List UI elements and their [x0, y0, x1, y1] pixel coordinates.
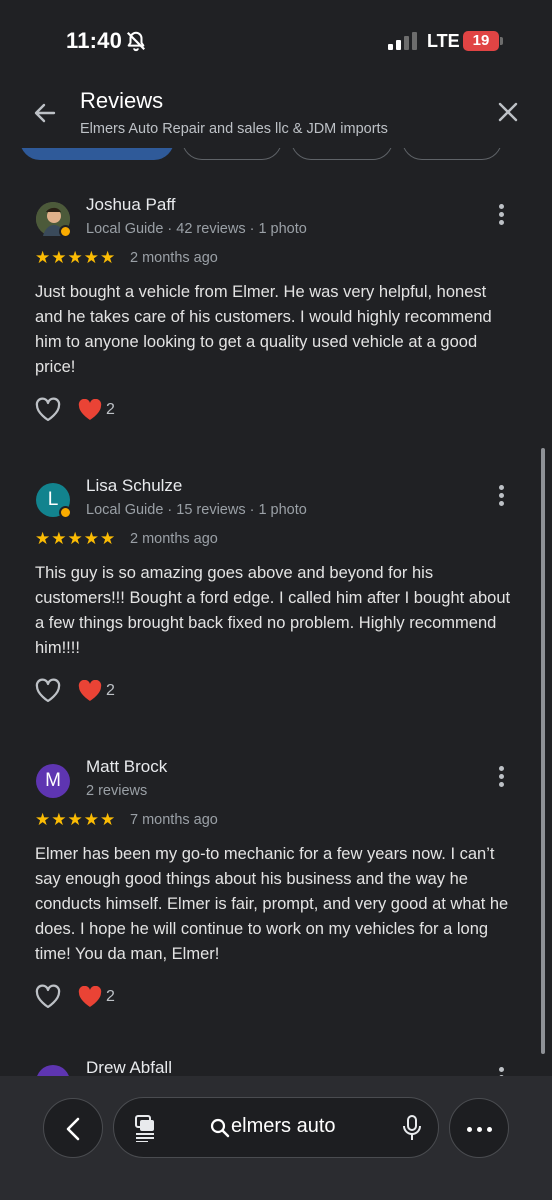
avatar-letter: L: [47, 489, 59, 510]
heart-filled-icon: [78, 399, 102, 420]
review-author[interactable]: Lisa Schulze: [86, 476, 182, 496]
local-guide-badge: [59, 506, 72, 519]
more-vert-icon[interactable]: [492, 764, 510, 792]
battery-level: 19: [472, 32, 490, 49]
filter-chip[interactable]: [182, 148, 282, 160]
back-arrow-icon[interactable]: [30, 98, 60, 128]
more-vert-icon[interactable]: [492, 483, 510, 511]
review-time: 7 months ago: [130, 812, 218, 828]
review-author[interactable]: Drew Abfall: [86, 1058, 172, 1076]
page-title: Reviews: [80, 88, 164, 113]
star-rating: ★★★★★: [35, 248, 117, 267]
reaction-count: 2: [106, 401, 115, 418]
reviews-header: Reviews Elmers Auto Repair and sales llc…: [0, 80, 552, 148]
review-time: 2 months ago: [130, 531, 218, 547]
url-text: elmers auto: [231, 1115, 336, 1137]
avatar[interactable]: L: [36, 483, 72, 519]
scrollbar[interactable]: [541, 448, 545, 1054]
star-rating: ★★★★★: [35, 810, 117, 829]
review-author-meta: Local Guide · 42 reviews · 1 photo: [86, 221, 307, 237]
review-list[interactable]: Joshua Paff Local Guide · 42 reviews · 1…: [0, 162, 552, 1076]
more-horiz-icon[interactable]: [449, 1098, 509, 1158]
local-guide-badge: [59, 225, 72, 238]
network-type: LTE: [427, 31, 460, 51]
avatar[interactable]: M: [36, 764, 70, 798]
review-author-meta: 2 reviews: [86, 783, 148, 799]
review-author[interactable]: Joshua Paff: [86, 195, 175, 215]
screen: 11:40 LTE 19 Reviews Elmers Auto Repair …: [0, 0, 552, 1200]
business-name: Elmers Auto Repair and sales llc & JDM i…: [80, 121, 388, 137]
more-vert-icon[interactable]: [492, 202, 510, 230]
review-text: Elmer has been my go-to mechanic for a f…: [35, 845, 509, 963]
star-rating: ★★★★★: [35, 529, 117, 548]
heart-outline-icon[interactable]: [34, 397, 62, 423]
mic-icon[interactable]: [401, 1114, 423, 1142]
avatar-letter: M: [45, 770, 61, 791]
signal-icon: [388, 32, 417, 50]
status-time: 11:40: [66, 28, 123, 53]
heart-outline-icon[interactable]: [34, 678, 62, 704]
filter-chips: [0, 148, 552, 162]
filter-chip-selected[interactable]: [20, 148, 174, 160]
review-author-meta: Local Guide · 15 reviews · 1 photo: [86, 502, 307, 518]
browser-back-button[interactable]: [43, 1098, 103, 1158]
status-bar: 11:40 LTE 19: [0, 0, 552, 80]
reaction-count: 2: [106, 988, 115, 1005]
avatar[interactable]: [36, 1065, 70, 1076]
filter-chip[interactable]: [291, 148, 393, 160]
heart-filled-icon: [78, 986, 102, 1007]
review-time: 2 months ago: [130, 250, 218, 266]
heart-filled-icon: [78, 680, 102, 701]
filter-chip[interactable]: [402, 148, 502, 160]
more-vert-icon[interactable]: [492, 1065, 510, 1076]
review-author[interactable]: Matt Brock: [86, 757, 167, 777]
address-bar[interactable]: elmers auto: [113, 1097, 439, 1158]
avatar[interactable]: [36, 202, 72, 238]
review-text: This guy is so amazing goes above and be…: [35, 564, 511, 657]
bell-off-icon: [126, 31, 146, 52]
reaction-count: 2: [106, 682, 115, 699]
tabs-icon[interactable]: [134, 1114, 156, 1142]
chevron-left-icon: [66, 1117, 80, 1141]
heart-outline-icon[interactable]: [34, 984, 62, 1010]
browser-bottom-bar: elmers auto: [0, 1076, 552, 1200]
review-text: Just bought a vehicle from Elmer. He was…: [35, 283, 492, 376]
search-icon: [210, 1118, 230, 1138]
battery-icon: 19: [463, 31, 503, 51]
close-icon[interactable]: [494, 98, 522, 126]
